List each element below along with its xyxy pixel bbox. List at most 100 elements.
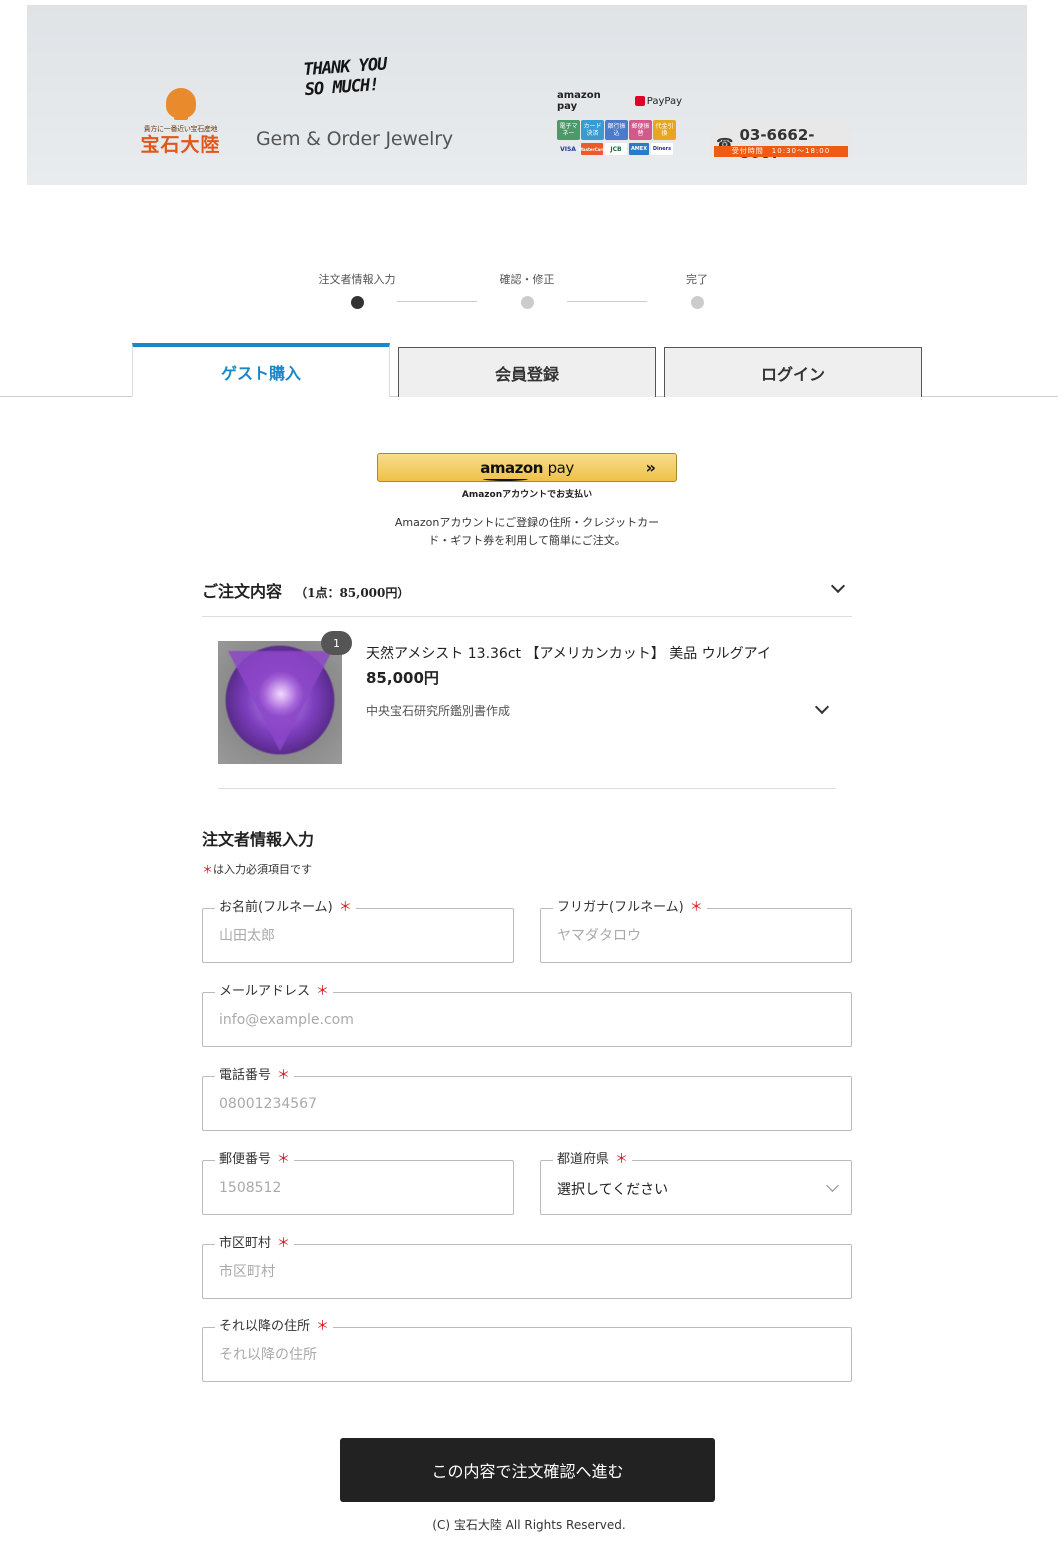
phone-label-text: 電話番号 xyxy=(219,1068,272,1083)
amazon-pay-logo: amazon pay xyxy=(557,90,601,112)
submit-order-button[interactable]: この内容で注文確認へ進む xyxy=(340,1438,715,1502)
diners-icon: Diners xyxy=(651,143,673,155)
gem-highlight xyxy=(258,671,304,717)
step-label-complete: 完了 xyxy=(686,273,708,286)
amex-icon: AMEX xyxy=(629,143,649,155)
step-dot-complete xyxy=(691,296,704,309)
card-payment-chip: カード決済 xyxy=(581,120,604,140)
required-star: ＊ xyxy=(277,1152,291,1167)
amazon-desc-line1: Amazonアカウントにご登録の住所・クレジットカー xyxy=(394,516,660,529)
paypay-icon xyxy=(634,96,645,106)
phone-label: 電話番号 ＊ xyxy=(215,1068,295,1084)
name-input[interactable] xyxy=(219,925,497,947)
tab-member-register[interactable]: 会員登録 xyxy=(398,347,656,397)
logo-mascot-icon xyxy=(165,88,196,120)
phone-field: 電話番号 ＊ xyxy=(202,1068,852,1131)
product-name: 天然アメシスト 13.36ct 【アメリカンカット】 美品 ウルグアイ xyxy=(366,646,771,662)
logo-name: 宝石大陸 xyxy=(140,134,221,156)
site-logo[interactable]: 貴方に一番近い宝石産地 宝石大陸 xyxy=(133,88,228,156)
address-label-text: それ以降の住所 xyxy=(219,1319,311,1334)
order-summary-count: （1点：85,000円） xyxy=(295,586,410,600)
paypay-label: PayPay xyxy=(646,95,682,107)
required-star: ＊ xyxy=(316,1319,330,1334)
kana-input[interactable] xyxy=(557,925,835,947)
thank-you-graphic: THANK YOU SO MUCH! xyxy=(302,54,388,101)
prefecture-selected-value: 選択してください xyxy=(557,1182,669,1198)
visa-icon: VISA xyxy=(560,145,576,153)
prefecture-label: 都道府県 ＊ xyxy=(553,1152,633,1168)
order-summary-header[interactable]: ご注文内容 （1点：85,000円） xyxy=(202,578,852,617)
required-star: ＊ xyxy=(277,1068,291,1083)
cash-on-delivery-chip: 代金引換 xyxy=(653,120,676,140)
zip-input[interactable] xyxy=(219,1177,497,1199)
amazon-smile-icon xyxy=(483,477,529,481)
address-input[interactable] xyxy=(219,1344,835,1366)
business-hours: 受付時間 10:30〜18:00 xyxy=(714,146,848,157)
phone-input[interactable] xyxy=(219,1093,835,1115)
name-field: お名前(フルネーム) ＊ xyxy=(202,900,514,963)
required-star: ＊ xyxy=(316,984,330,999)
step-connector xyxy=(567,301,647,302)
emoney-chip: 電子マネー xyxy=(557,120,580,140)
logo-tagline: 貴方に一番近い宝石産地 xyxy=(143,125,218,133)
amazon-desc-line2: ド・ギフト券を利用して簡単にご注文。 xyxy=(428,534,626,547)
tab-guest-purchase[interactable]: ゲスト購入 xyxy=(132,343,390,397)
step-label-input: 注文者情報入力 xyxy=(318,273,396,286)
product-note: 中央宝石研究所鑑別書作成 xyxy=(366,704,511,718)
order-summary-title: ご注文内容 xyxy=(202,582,283,601)
email-field: メールアドレス ＊ xyxy=(202,984,852,1047)
zip-label-text: 郵便番号 xyxy=(219,1152,272,1167)
address-label: それ以降の住所 ＊ xyxy=(215,1319,334,1335)
step-dot-confirm xyxy=(521,296,534,309)
jcb-icon: JCB xyxy=(605,143,627,155)
city-input[interactable] xyxy=(219,1261,835,1283)
required-star: ＊ xyxy=(615,1152,629,1167)
required-star: ＊ xyxy=(202,863,213,876)
copyright: (C) 宝石大陸 All Rights Reserved. xyxy=(432,1518,626,1532)
amazon-brand-text: amazon xyxy=(480,458,543,477)
city-label-text: 市区町村 xyxy=(219,1236,272,1251)
amazon-pay-button-logo: amazon pay xyxy=(480,458,575,481)
prefecture-label-text: 都道府県 xyxy=(557,1152,610,1167)
brand-title: Gem & Order Jewelry xyxy=(256,128,453,150)
bank-transfer-chip: 銀行振込 xyxy=(605,120,628,140)
kana-label-text: フリガナ(フルネーム) xyxy=(557,900,684,915)
quantity-badge: 1 xyxy=(321,631,352,655)
name-label: お名前(フルネーム) ＊ xyxy=(215,900,356,916)
name-label-text: お名前(フルネーム) xyxy=(219,900,333,915)
required-star: ＊ xyxy=(689,900,703,915)
chevron-down-icon[interactable] xyxy=(830,578,846,594)
step-connector xyxy=(397,301,477,302)
paypay-logo: PayPay xyxy=(634,95,682,107)
prefecture-chevron-down-icon xyxy=(826,1179,839,1192)
required-star: ＊ xyxy=(338,900,352,915)
item-chevron-down-icon[interactable] xyxy=(814,699,830,715)
product-image xyxy=(218,641,342,764)
zip-field: 郵便番号 ＊ xyxy=(202,1152,514,1215)
kana-label: フリガナ(フルネーム) ＊ xyxy=(553,900,707,916)
form-title: 注文者情報入力 xyxy=(202,830,315,849)
email-label-text: メールアドレス xyxy=(219,984,311,999)
required-note-text: は入力必須項目です xyxy=(213,863,312,876)
email-input[interactable] xyxy=(219,1009,835,1031)
required-note: ＊は入力必須項目です xyxy=(202,861,312,877)
amazon-pay-button[interactable]: amazon pay » xyxy=(377,453,677,482)
step-label-confirm: 確認・修正 xyxy=(499,273,555,286)
product-price: 85,000円 xyxy=(366,669,439,687)
amazon-pay-subtext: Amazonアカウントでお支払い xyxy=(461,490,593,500)
zip-label: 郵便番号 ＊ xyxy=(215,1152,295,1168)
kana-field: フリガナ(フルネーム) ＊ xyxy=(540,900,852,963)
address-field: それ以降の住所 ＊ xyxy=(202,1319,852,1382)
city-label: 市区町村 ＊ xyxy=(215,1236,295,1252)
payment-methods: amazon pay PayPay 電子マネー カード決済 銀行振込 郵便振替 … xyxy=(557,90,682,155)
phone-contact[interactable]: ☎ 03-6662-8607 受付時間 10:30〜18:00 xyxy=(710,122,852,162)
item-divider xyxy=(218,788,836,789)
prefecture-select[interactable]: 都道府県 ＊ 選択してください xyxy=(540,1152,852,1215)
city-field: 市区町村 ＊ xyxy=(202,1236,852,1299)
double-chevron-right-icon: » xyxy=(645,458,656,477)
step-dot-input xyxy=(351,296,364,309)
tab-login[interactable]: ログイン xyxy=(664,347,922,397)
mastercard-icon: MasterCard xyxy=(579,143,605,155)
email-label: メールアドレス ＊ xyxy=(215,984,334,1000)
pay-text: pay xyxy=(547,458,575,477)
